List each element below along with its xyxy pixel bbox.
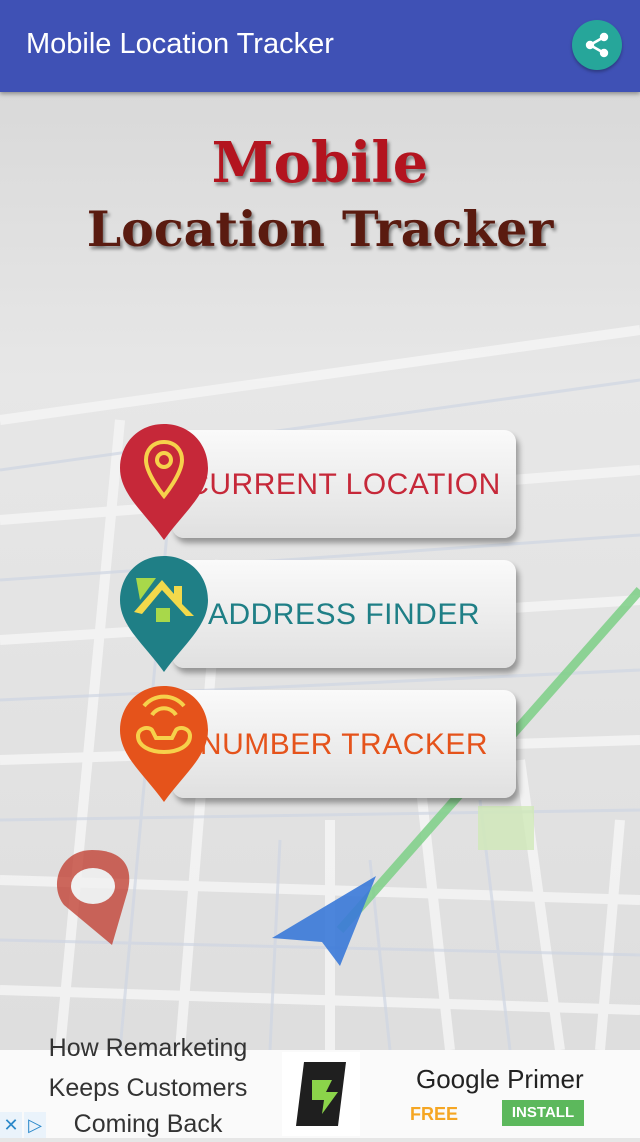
logo-title-line1: Mobile (211, 130, 429, 196)
ad-line2: Keeps Customers (48, 1074, 248, 1102)
share-button[interactable] (572, 20, 622, 70)
location-pin-icon (120, 424, 208, 540)
ad-choices[interactable]: ✕ ▷ (0, 1112, 46, 1138)
number-tracker-button[interactable]: NUMBER TRACKER (172, 690, 516, 798)
ad-app-logo-icon (282, 1052, 360, 1136)
ad-install-button[interactable]: INSTALL (502, 1100, 584, 1126)
app-title: Mobile Location Tracker (26, 28, 334, 60)
phone-signal-icon (120, 686, 208, 802)
ad-price: FREE (410, 1104, 459, 1124)
home-address-icon (120, 556, 208, 672)
logo-title-line2: Location Tracker (86, 200, 554, 258)
share-icon (585, 32, 609, 58)
app-bar: Mobile Location Tracker (0, 0, 640, 92)
ad-banner[interactable]: How Remarketing Keeps Customers Coming B… (0, 1034, 640, 1138)
address-finder-label: ADDRESS FINDER (207, 598, 481, 631)
number-tracker-label: NUMBER TRACKER (199, 728, 489, 761)
address-finder-button[interactable]: ADDRESS FINDER (172, 560, 516, 668)
ad-close-icon[interactable]: ✕ (0, 1112, 22, 1138)
ad-info-icon[interactable]: ▷ (24, 1112, 46, 1138)
current-location-button[interactable]: CURRENT LOCATION (172, 430, 516, 538)
ad-app-name: Google Primer (416, 1064, 584, 1094)
ad-line1: How Remarketing (48, 1034, 248, 1062)
ad-line3: Coming Back (73, 1110, 223, 1138)
current-location-label: CURRENT LOCATION (187, 468, 501, 501)
